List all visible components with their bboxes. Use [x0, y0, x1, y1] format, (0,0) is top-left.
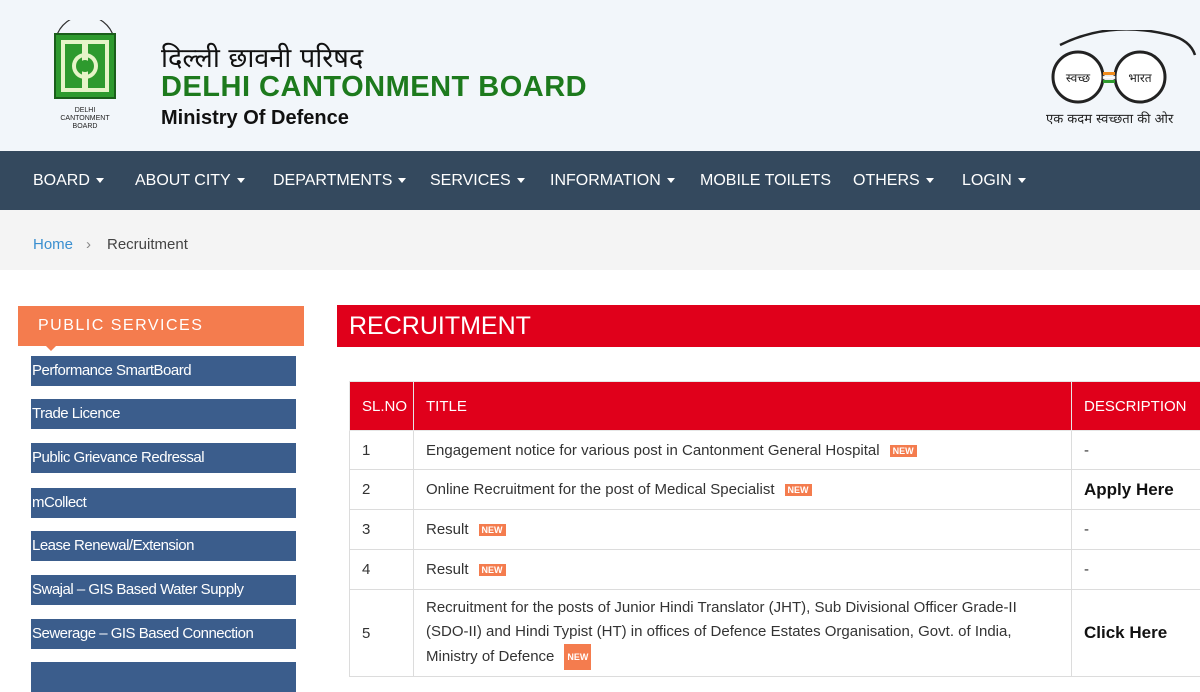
row-slno: 5	[350, 590, 414, 677]
page-title: RECRUITMENT	[337, 305, 1200, 347]
new-badge: NEW	[564, 644, 591, 670]
sidebar-item-performance-smartboard[interactable]: Performance SmartBoard	[31, 356, 296, 386]
row-slno: 1	[350, 431, 414, 470]
nav-others[interactable]: OTHERS	[853, 151, 934, 210]
chevron-down-icon	[237, 178, 245, 183]
chevron-down-icon	[926, 178, 934, 183]
public-services-heading: PUBLIC SERVICES	[18, 306, 304, 346]
row-title[interactable]: Online Recruitment for the post of Medic…	[414, 470, 1072, 510]
row-title[interactable]: Recruitment for the posts of Junior Hind…	[414, 590, 1072, 677]
click-here-link[interactable]: Click Here	[1072, 590, 1200, 677]
table-row: 3 ResultNEW -	[350, 510, 1200, 550]
table-header-row: SL.NO TITLE DESCRIPTION	[350, 382, 1200, 431]
sidebar-item-mcollect[interactable]: mCollect	[31, 488, 296, 518]
main-nav: BOARD ABOUT CITY DEPARTMENTS SERVICES IN…	[0, 151, 1200, 210]
sidebar-item-grievance[interactable]: Public Grievance Redressal	[31, 443, 296, 473]
chevron-down-icon	[96, 178, 104, 183]
apply-here-link[interactable]: Apply Here	[1072, 470, 1200, 510]
table-row: 2 Online Recruitment for the post of Med…	[350, 470, 1200, 510]
nav-departments[interactable]: DEPARTMENTS	[273, 151, 406, 210]
svg-text:CANTONMENT: CANTONMENT	[60, 115, 110, 122]
sidebar-item-lease-renewal[interactable]: Lease Renewal/Extension	[31, 531, 296, 561]
site-header: DELHI CANTONMENT BOARD दिल्ली छावनी परिष…	[0, 0, 1200, 151]
breadcrumb-home-link[interactable]: Home	[33, 236, 73, 253]
nav-login[interactable]: LOGIN	[962, 151, 1026, 210]
row-title[interactable]: ResultNEW	[414, 550, 1072, 590]
nav-information[interactable]: INFORMATION	[550, 151, 675, 210]
recruitment-table: SL.NO TITLE DESCRIPTION 1 Engagement not…	[349, 381, 1200, 677]
table-row: 4 ResultNEW -	[350, 550, 1200, 590]
row-slno: 2	[350, 470, 414, 510]
new-badge: NEW	[479, 524, 506, 536]
row-description: -	[1072, 550, 1200, 590]
new-badge: NEW	[479, 564, 506, 576]
nav-mobile-toilets[interactable]: MOBILE TOILETS	[700, 151, 831, 210]
row-description: -	[1072, 431, 1200, 470]
chevron-down-icon	[667, 178, 675, 183]
brand-hindi-title: दिल्ली छावनी परिषद	[161, 38, 363, 75]
chevron-down-icon	[398, 178, 406, 183]
sidebar-item-sewerage[interactable]: Sewerage – GIS Based Connection	[31, 619, 296, 649]
new-badge: NEW	[890, 445, 917, 457]
sidebar-item-trade-licence[interactable]: Trade Licence	[31, 399, 296, 429]
swachh-tagline: एक कदम स्वच्छता की ओर	[1046, 109, 1173, 127]
new-badge: NEW	[785, 484, 812, 496]
column-header-slno: SL.NO	[350, 382, 414, 431]
brand-title[interactable]: DELHI CANTONMENT BOARD	[161, 71, 587, 104]
breadcrumb-separator: ›	[86, 236, 91, 253]
sidebar-item-swajal[interactable]: Swajal – GIS Based Water Supply	[31, 575, 296, 605]
chevron-down-icon	[1018, 178, 1026, 183]
brand-subtitle: Ministry Of Defence	[161, 107, 349, 130]
column-header-title: TITLE	[414, 382, 1072, 431]
svg-text:DELHI: DELHI	[75, 107, 96, 114]
row-slno: 4	[350, 550, 414, 590]
row-slno: 3	[350, 510, 414, 550]
nav-services[interactable]: SERVICES	[430, 151, 525, 210]
row-description: -	[1072, 510, 1200, 550]
chevron-down-icon	[517, 178, 525, 183]
svg-text:स्वच्छ: स्वच्छ	[1066, 71, 1090, 85]
table-row: 1 Engagement notice for various post in …	[350, 431, 1200, 470]
heading-pointer	[44, 344, 58, 351]
cantonment-board-logo[interactable]: DELHI CANTONMENT BOARD	[48, 20, 122, 140]
row-title[interactable]: Engagement notice for various post in Ca…	[414, 431, 1072, 470]
row-title[interactable]: ResultNEW	[414, 510, 1072, 550]
nav-board[interactable]: BOARD	[33, 151, 104, 210]
nav-about-city[interactable]: ABOUT CITY	[135, 151, 245, 210]
svg-text:BOARD: BOARD	[73, 123, 98, 130]
column-header-description: DESCRIPTION	[1072, 382, 1200, 431]
table-row: 5 Recruitment for the posts of Junior Hi…	[350, 590, 1200, 677]
svg-text:भारत: भारत	[1128, 71, 1152, 85]
breadcrumb-current: Recruitment	[107, 236, 188, 253]
